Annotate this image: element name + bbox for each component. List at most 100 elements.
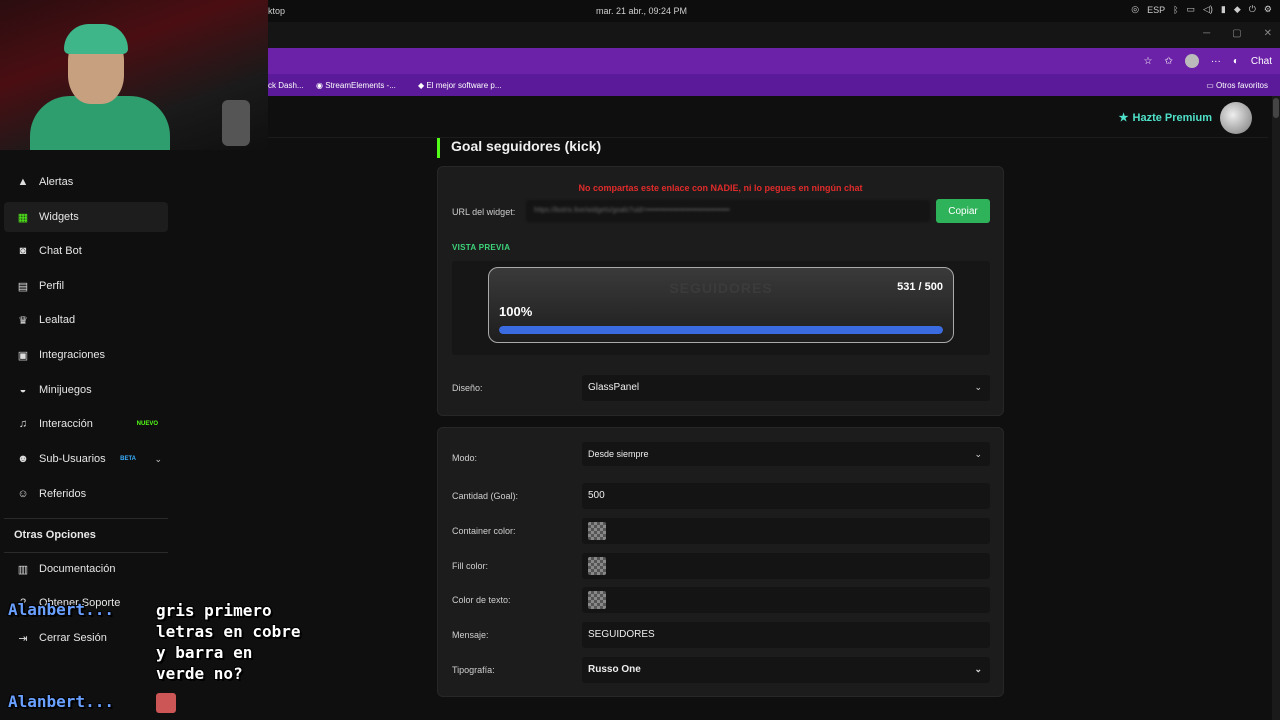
logout-icon: ⇥ [18,632,28,645]
more-icon[interactable]: ··· [1211,56,1221,67]
streamelements-icon: ◉ [316,81,326,90]
chevron-down-icon: ⌄ [974,664,982,674]
widget-percent: 100% [499,304,533,319]
preview-area: SEGUIDORES 531 / 500 100% [452,261,990,355]
sidebar-item-documentacion[interactable]: ▥ Documentación [4,554,168,584]
microphone-image [222,100,250,146]
page-title: Goal seguidores (kick) [437,138,601,158]
sidebar-item-lealtad[interactable]: ♛ Lealtad [4,305,168,335]
sidebar-item-perfil[interactable]: ▤ Perfil [4,271,168,301]
security-warning: No compartas este enlace con NADIE, ni l… [578,183,863,193]
goal-label: Cantidad (Goal): [452,491,519,501]
close-icon[interactable]: ✕ [1264,28,1272,39]
copilot-icon[interactable]: ◐ [1233,56,1239,67]
sidebar-item-alertas[interactable]: ▲ Alertas [4,167,168,197]
beta-badge: BETA [120,456,136,462]
widget-url-card: No compartas este enlace con NADIE, ni l… [437,166,1004,416]
webcam-overlay [0,0,268,150]
trophy-icon: ♛ [18,314,28,327]
mode-label: Modo: [452,453,478,463]
sidebar-item-referidos[interactable]: ☺ Referidos [4,479,168,509]
bookmark-item[interactable]: ◆ El mejor software p... [418,81,502,90]
bookmark-item[interactable]: ◉ StreamElements -... [316,81,396,90]
goal-amount-input[interactable]: 500 [582,483,990,509]
chat-message: gris primero letras en cobre y barra en … [156,601,301,683]
settings-icon[interactable]: ⚙ [1264,4,1272,15]
container-color-label: Container color: [452,526,516,536]
sidebar-item-widgets[interactable]: ▦ Widgets [4,202,168,232]
chat-username: Alanbert... [8,692,114,711]
premium-link[interactable]: ★ Hazte Premium [1118,111,1212,125]
copy-button[interactable]: Copiar [936,199,990,223]
text-color-picker[interactable] [582,587,990,613]
sidebar-divider [4,518,168,519]
volume-icon[interactable]: ◁) [1203,4,1213,15]
message-input[interactable]: SEGUIDORES [582,622,990,648]
profile-avatar[interactable] [1184,54,1199,68]
font-value: Russo One [588,664,641,675]
bluetooth-icon[interactable]: ᛒ [1173,5,1178,15]
text-color-label: Color de texto: [452,595,511,605]
accessibility-icon[interactable]: ◎ [1131,4,1139,15]
font-select[interactable]: Russo One ⌄ [582,657,990,683]
robot-icon: ◙ [19,245,27,257]
color-swatch [588,522,606,540]
emote-image [156,693,176,713]
sidebar: Plataforma: Kick ▲Alertas ▦Widgets ◙Chat… [0,142,168,708]
system-tray: ◎ ESP ᛒ ▭ ◁) ▮ ◆ ⏻ ⚙ [1131,4,1272,15]
premium-label: Hazte Premium [1132,111,1212,124]
mode-select[interactable]: Desde siempre ⌄ [582,442,990,466]
chat-username: Alanbert... [8,600,114,619]
font-label: Tipografía: [452,665,495,675]
id-card-icon: ▤ [17,280,29,293]
fill-color-picker[interactable] [582,553,990,579]
screen-icon[interactable]: ▭ [1186,4,1195,15]
app-title-fragment: ktop [268,6,286,16]
other-bookmarks[interactable]: ▭ Otros favoritos [1206,81,1268,90]
sidebar-item-sub-usuarios[interactable]: ☻ Sub-Usuarios BETA ⌄ [4,444,168,474]
favorites-icon[interactable]: ✩ [1164,56,1172,67]
chevron-down-icon[interactable]: ⌄ [154,454,162,465]
color-swatch [588,591,606,609]
notifications-icon[interactable]: ◆ [1234,4,1241,15]
star-icon: ★ [1118,112,1129,124]
goal-settings-card: Modo: Desde siempre ⌄ Cantidad (Goal): 5… [437,427,1004,697]
language-indicator[interactable]: ESP [1147,5,1165,15]
chevron-down-icon: ⌄ [974,449,982,459]
user-group-icon: ☺ [17,488,29,500]
minimize-icon[interactable]: ─ [1203,28,1210,39]
sidebar-item-integraciones[interactable]: ▣ Integraciones [4,340,168,370]
other-options-title: Otras Opciones [14,529,96,541]
gamepad-icon: ◒ [19,384,27,396]
message-label: Mensaje: [452,630,489,640]
system-clock[interactable]: mar. 21 abr., 09:24 PM [596,6,687,16]
battery-icon[interactable]: ▮ [1221,4,1226,15]
container-color-picker[interactable] [582,518,990,544]
sidebar-item-interaccion[interactable]: ♫ Interacción NUEVO [4,409,168,439]
design-select[interactable]: GlassPanel ⌄ [582,375,990,401]
bookmark-star-icon[interactable]: ☆ [1143,56,1152,67]
new-badge: NUEVO [136,421,158,427]
users-icon: ☻ [17,453,29,465]
page-scrollbar[interactable] [1272,96,1280,720]
user-avatar[interactable] [1220,102,1252,134]
folder-icon: ▭ [1206,81,1216,90]
sidebar-item-chat-bot[interactable]: ◙ Chat Bot [4,236,168,266]
goal-widget-preview: SEGUIDORES 531 / 500 100% [488,267,954,343]
book-icon: ▥ [17,563,29,576]
sidebar-item-minijuegos[interactable]: ◒ Minijuegos [4,375,168,405]
url-label: URL del widget: [452,207,516,217]
widget-progress-bar [499,326,943,334]
widget-url-field[interactable]: https://botrix.live/widgets/goals?uid=••… [526,200,930,222]
color-swatch [588,557,606,575]
sidebar-divider [4,552,168,553]
maximize-icon[interactable]: ▢ [1232,28,1241,39]
power-icon[interactable]: ⏻ [1249,4,1256,15]
design-label: Diseño: [452,383,483,393]
preview-label: VISTA PREVIA [452,243,511,252]
bookmark-item[interactable]: ck Dash... [268,81,304,90]
chat-button[interactable]: Chat [1251,56,1272,67]
sidebar-item-cerrar-sesion[interactable]: ⇥ Cerrar Sesión [4,623,168,653]
widget-message: SEGUIDORES [669,280,773,296]
grid-icon: ▦ [17,211,29,224]
